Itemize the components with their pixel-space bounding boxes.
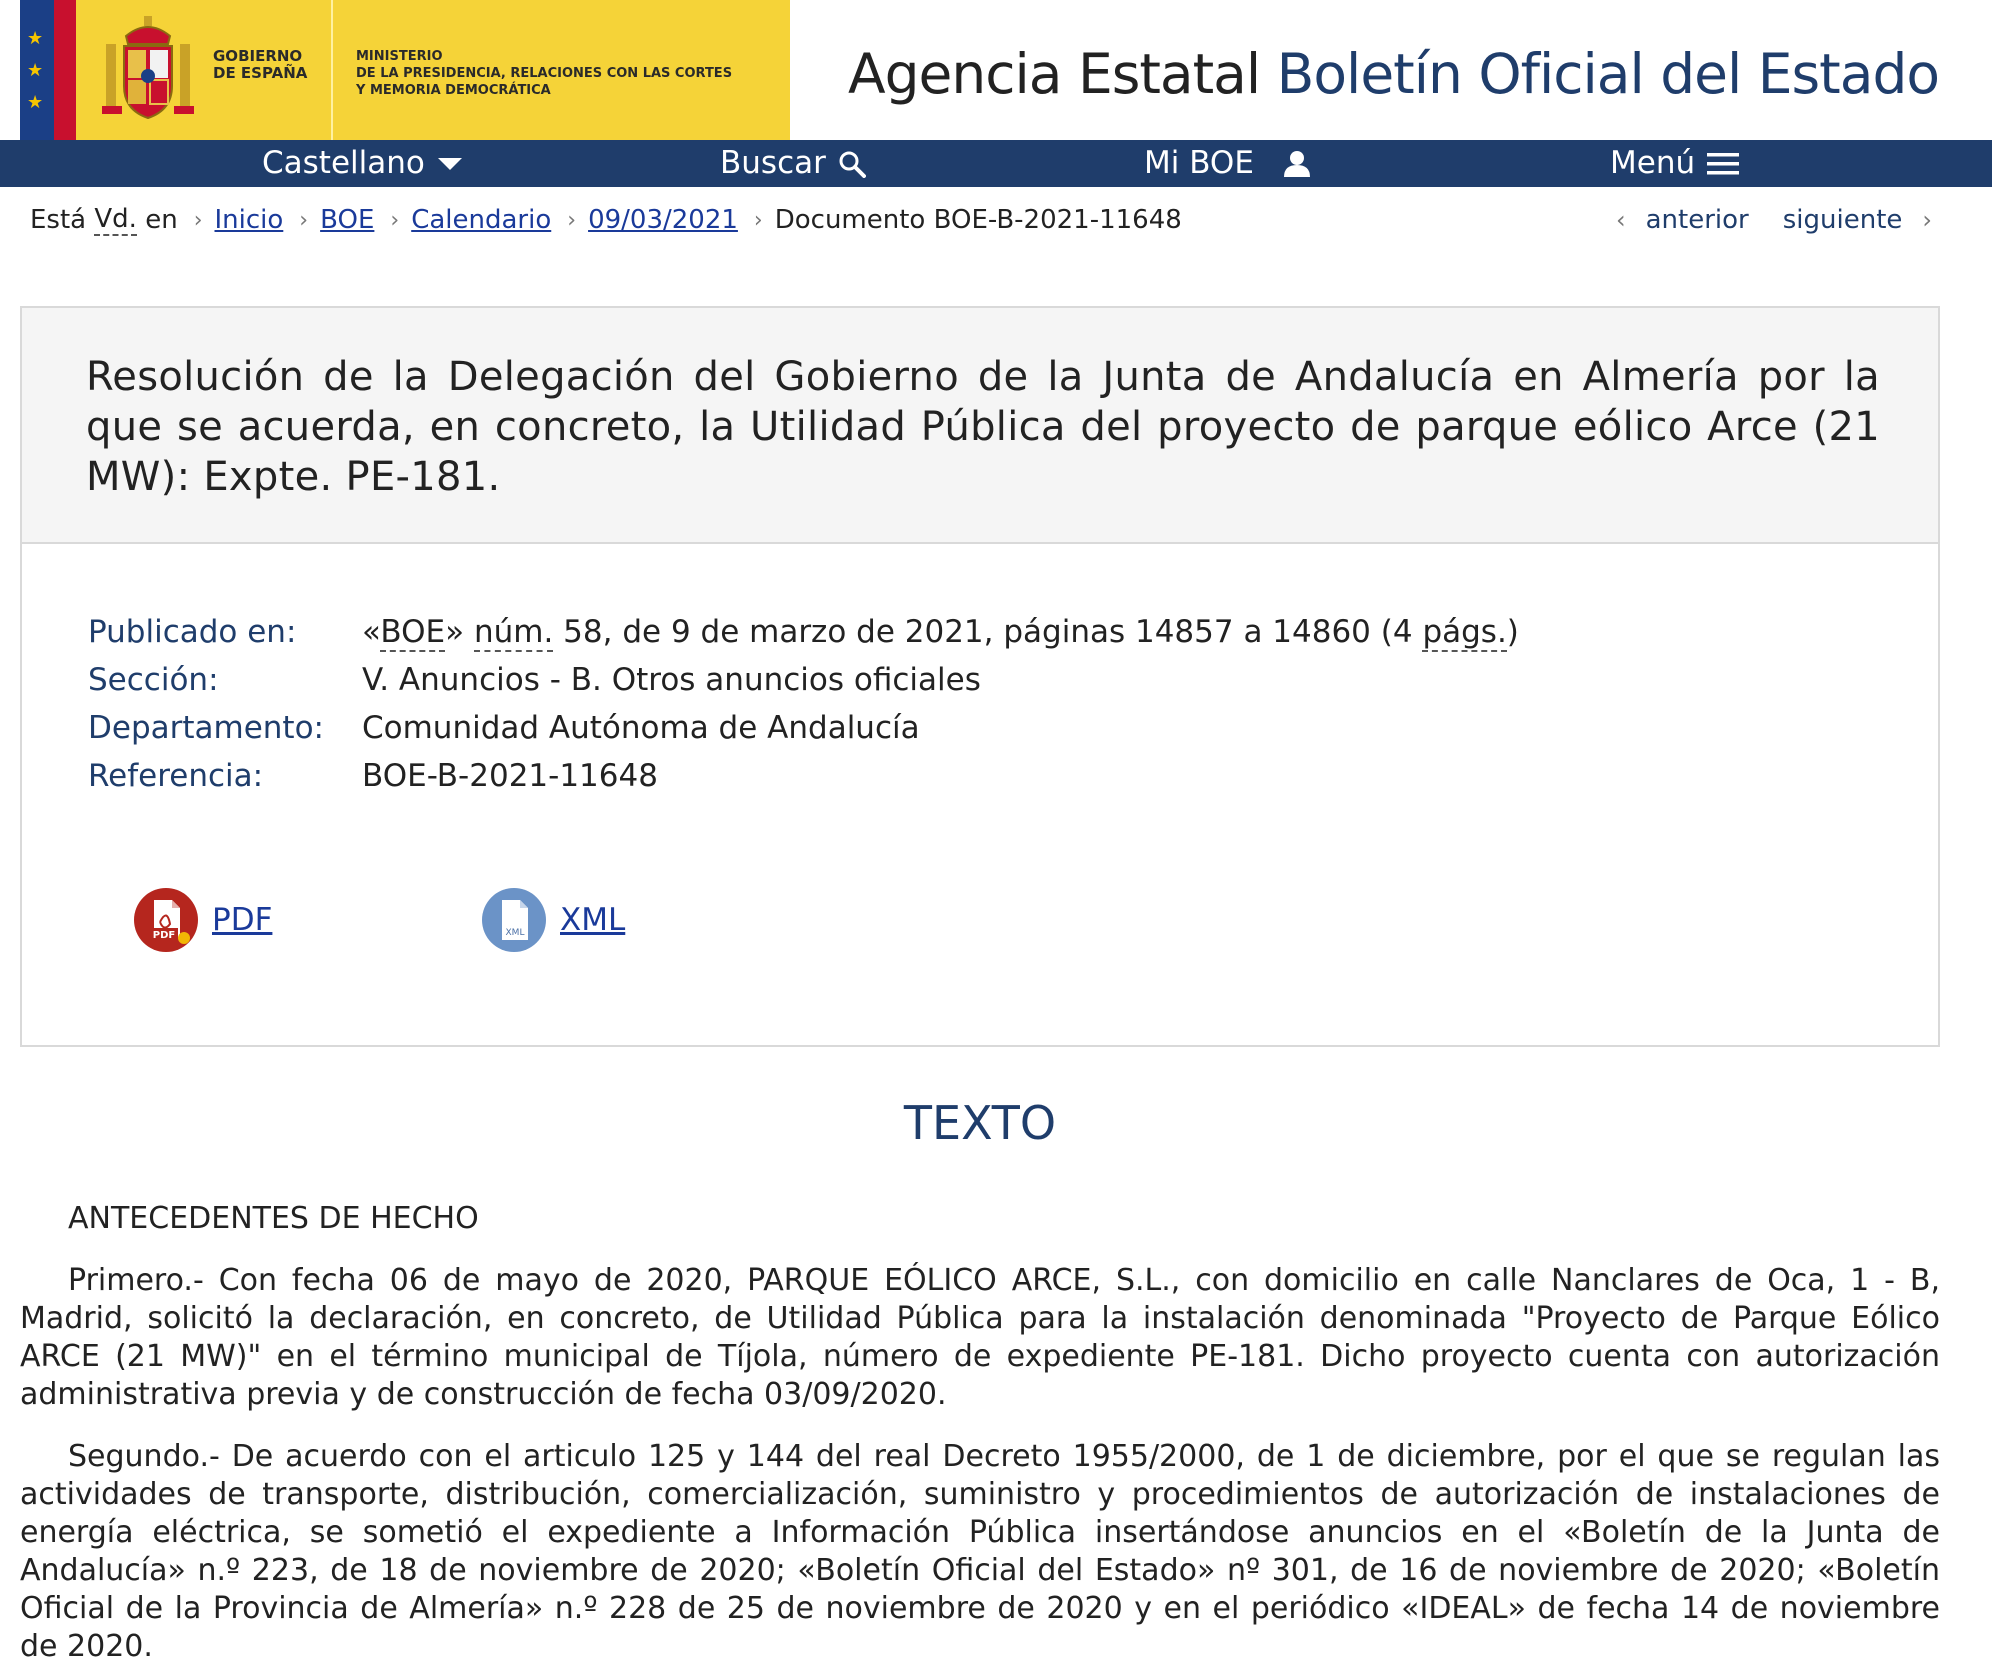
meta-published: Publicado en: «BOE» núm. 58, de 9 de mar… xyxy=(88,608,1519,656)
meta-value: BOE-B-2021-11648 xyxy=(362,758,658,794)
my-boe-label: Mi BOE xyxy=(1144,145,1254,181)
star-icon: ★ xyxy=(27,28,44,49)
pdf-icon-text: PDF xyxy=(153,930,175,941)
chevron-right-icon: › xyxy=(193,207,203,233)
meta-text: ) xyxy=(1506,614,1519,650)
pdf-icon: PDF xyxy=(134,888,198,952)
meta-reference: Referencia: BOE-B-2021-11648 xyxy=(88,752,1519,800)
language-label: Castellano xyxy=(262,145,425,181)
site-header: ★ ★ ★ GOBIERNO DE ESPAÑA MINISTERIO DE L… xyxy=(0,0,1992,140)
pdf-download-link[interactable]: PDF PDF xyxy=(134,888,272,952)
antecedentes-heading: ANTECEDENTES DE HECHO xyxy=(68,1201,479,1236)
meta-section: Sección: V. Anuncios - B. Otros anuncios… xyxy=(88,656,1519,704)
meta-label: Sección: xyxy=(88,662,219,698)
search-icon xyxy=(839,151,866,178)
pdf-label: PDF xyxy=(212,902,273,938)
menu-label: Menú xyxy=(1610,145,1696,181)
chevron-left-icon: ‹ xyxy=(1616,206,1626,234)
xml-icon: XML xyxy=(482,888,546,952)
breadcrumb-date[interactable]: 09/03/2021 xyxy=(588,205,738,235)
meta-text: « xyxy=(362,614,381,650)
language-selector[interactable]: Castellano xyxy=(262,140,463,187)
ministry-line-1: MINISTERIO xyxy=(356,49,443,64)
gov-divider xyxy=(331,0,333,140)
coat-of-arms-icon xyxy=(102,16,194,120)
document-title: Resolución de la Delegación del Gobierno… xyxy=(86,354,1880,500)
user-icon xyxy=(1283,150,1310,177)
xml-label: XML xyxy=(560,902,626,938)
abbr-num: núm. xyxy=(473,614,554,652)
meta-label: Publicado en: xyxy=(88,614,297,650)
government-logo-block[interactable]: GOBIERNO DE ESPAÑA MINISTERIO DE LA PRES… xyxy=(76,0,790,140)
xml-icon-text: XML xyxy=(506,928,525,938)
abbr-pags: págs. xyxy=(1422,614,1507,652)
menu-button[interactable]: Menú xyxy=(1610,140,1740,187)
chevron-right-icon: › xyxy=(299,207,309,233)
document-title-area: Resolución de la Delegación del Gobierno… xyxy=(22,308,1938,544)
paragraph-segundo: Segundo.- De acuerdo con el articulo 125… xyxy=(20,1439,1940,1664)
search-label: Buscar xyxy=(720,145,826,181)
document-pager: ‹ anterior siguiente › xyxy=(1616,202,1932,238)
chevron-right-icon: › xyxy=(390,207,400,233)
chevron-right-icon: › xyxy=(753,207,763,233)
previous-link[interactable]: anterior xyxy=(1646,205,1749,235)
texto-heading: TEXTO xyxy=(903,1096,1057,1150)
my-boe-button[interactable]: Mi BOE xyxy=(1144,140,1312,187)
meta-label: Referencia: xyxy=(88,758,264,794)
chevron-down-icon xyxy=(437,157,462,170)
breadcrumb-inicio[interactable]: Inicio xyxy=(215,205,284,235)
site-title-agency: Agencia Estatal xyxy=(848,42,1261,106)
main-navigation: Castellano Buscar Mi BOE Menú xyxy=(0,140,1992,187)
breadcrumb-prefix-en: en xyxy=(145,205,178,235)
eu-flag-strip: ★ ★ ★ xyxy=(20,0,76,140)
next-link[interactable]: siguiente xyxy=(1783,205,1903,235)
hamburger-icon xyxy=(1707,152,1740,174)
search-button[interactable]: Buscar xyxy=(720,140,866,187)
gobierno-label: GOBIERNO DE ESPAÑA xyxy=(213,48,307,82)
breadcrumb-prefix: Está xyxy=(30,205,87,235)
gov-line-1: GOBIERNO xyxy=(213,47,303,65)
meta-department: Departamento: Comunidad Autónoma de Anda… xyxy=(88,704,1519,752)
meta-value: Comunidad Autónoma de Andalucía xyxy=(362,710,920,746)
gov-line-2: DE ESPAÑA xyxy=(213,64,308,82)
flag-red-band xyxy=(54,0,76,140)
star-icon: ★ xyxy=(27,92,44,113)
ministry-line-2: DE LA PRESIDENCIA, RELACIONES CON LAS CO… xyxy=(356,66,733,81)
meta-text: 58, de 9 de marzo de 2021, páginas 14857… xyxy=(553,614,1423,650)
meta-value: V. Anuncios - B. Otros anuncios oficiale… xyxy=(362,662,981,698)
document-summary-box: Resolución de la Delegación del Gobierno… xyxy=(20,306,1940,1047)
chevron-right-icon: › xyxy=(1922,206,1932,234)
ministry-line-3: Y MEMORIA DEMOCRÁTICA xyxy=(356,83,551,98)
abbr-boe: BOE xyxy=(380,614,446,652)
breadcrumb-calendario[interactable]: Calendario xyxy=(411,205,551,235)
paragraph-primero: Primero.- Con fecha 06 de mayo de 2020, … xyxy=(20,1263,1940,1412)
site-title-boe: Boletín Oficial del Estado xyxy=(1276,42,1940,106)
breadcrumb: Está Vd. en › Inicio › BOE › Calendario … xyxy=(30,202,1182,238)
breadcrumb-abbr: Vd. xyxy=(94,204,137,236)
chevron-right-icon: › xyxy=(567,207,577,233)
site-title[interactable]: Agencia Estatal Boletín Oficial del Esta… xyxy=(848,42,1940,106)
ministry-label: MINISTERIO DE LA PRESIDENCIA, RELACIONES… xyxy=(356,48,732,99)
breadcrumb-current: Documento BOE-B-2021-11648 xyxy=(774,205,1182,235)
star-icon: ★ xyxy=(27,60,44,81)
document-metadata: Publicado en: «BOE» núm. 58, de 9 de mar… xyxy=(88,608,1519,800)
meta-value: «BOE» núm. 58, de 9 de marzo de 2021, pá… xyxy=(362,608,1519,656)
meta-label: Departamento: xyxy=(88,710,324,746)
xml-download-link[interactable]: XML XML xyxy=(482,888,625,952)
breadcrumb-boe[interactable]: BOE xyxy=(320,205,374,235)
meta-text: » xyxy=(445,614,474,650)
